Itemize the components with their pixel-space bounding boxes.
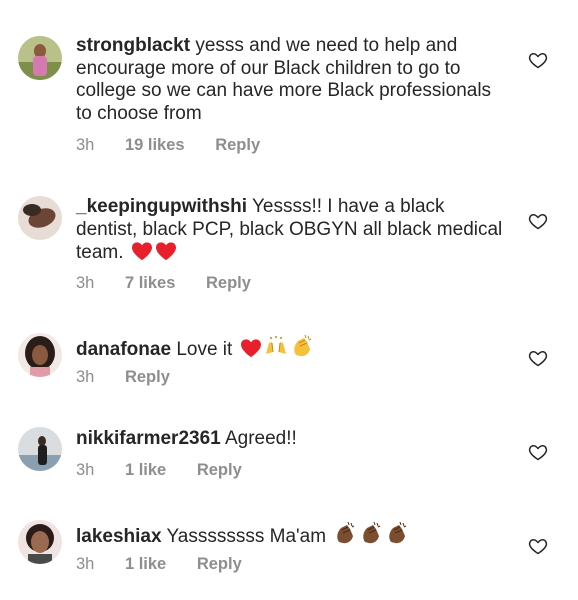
avatar[interactable] — [18, 520, 62, 564]
heart-outline-icon — [528, 539, 548, 555]
timestamp[interactable]: 3h — [76, 368, 94, 387]
likes-count[interactable]: 1 like — [125, 461, 166, 480]
like-button[interactable] — [528, 211, 548, 231]
like-button[interactable] — [528, 50, 548, 70]
comment-text: Agreed!! — [224, 428, 297, 449]
timestamp[interactable]: 3h — [76, 274, 94, 293]
username[interactable]: lakeshiax — [76, 526, 162, 547]
red-heart-emoji — [155, 241, 177, 268]
heart-outline-icon — [528, 351, 548, 367]
username[interactable]: strongblackt — [76, 35, 190, 56]
avatar[interactable] — [18, 427, 62, 471]
heart-outline-icon — [528, 445, 548, 461]
clapping-hands-dark-emoji — [333, 521, 357, 552]
timestamp[interactable]: 3h — [76, 555, 94, 574]
reply-button[interactable]: Reply — [125, 368, 170, 387]
comment-text: Love it — [176, 339, 233, 360]
red-heart-emoji — [131, 241, 153, 268]
reply-button[interactable]: Reply — [197, 555, 242, 574]
heart-outline-icon — [528, 53, 548, 69]
avatar[interactable] — [18, 333, 62, 377]
likes-count[interactable]: 1 like — [125, 555, 166, 574]
clapping-hands-dark-emoji — [359, 521, 383, 552]
likes-count[interactable]: 7 likes — [125, 274, 175, 293]
red-heart-emoji — [240, 338, 262, 365]
avatar[interactable] — [18, 196, 62, 240]
comment-text: Yassssssss Ma'am — [166, 526, 327, 547]
heart-outline-icon — [528, 214, 548, 230]
like-button[interactable] — [528, 348, 548, 368]
like-button[interactable] — [528, 442, 548, 462]
clapping-hands-emoji — [290, 334, 314, 365]
like-button[interactable] — [528, 536, 548, 556]
avatar[interactable] — [18, 36, 62, 80]
username[interactable]: nikkifarmer2361 — [76, 428, 221, 449]
username[interactable]: danafonae — [76, 339, 171, 360]
reply-button[interactable]: Reply — [197, 461, 242, 480]
reply-button[interactable]: Reply — [215, 136, 260, 155]
timestamp[interactable]: 3h — [76, 461, 94, 480]
raising-hands-emoji — [264, 334, 288, 365]
username[interactable]: _keepingupwithshi — [76, 196, 247, 217]
likes-count[interactable]: 19 likes — [125, 136, 185, 155]
clapping-hands-dark-emoji — [385, 521, 409, 552]
timestamp[interactable]: 3h — [76, 136, 94, 155]
reply-button[interactable]: Reply — [206, 274, 251, 293]
